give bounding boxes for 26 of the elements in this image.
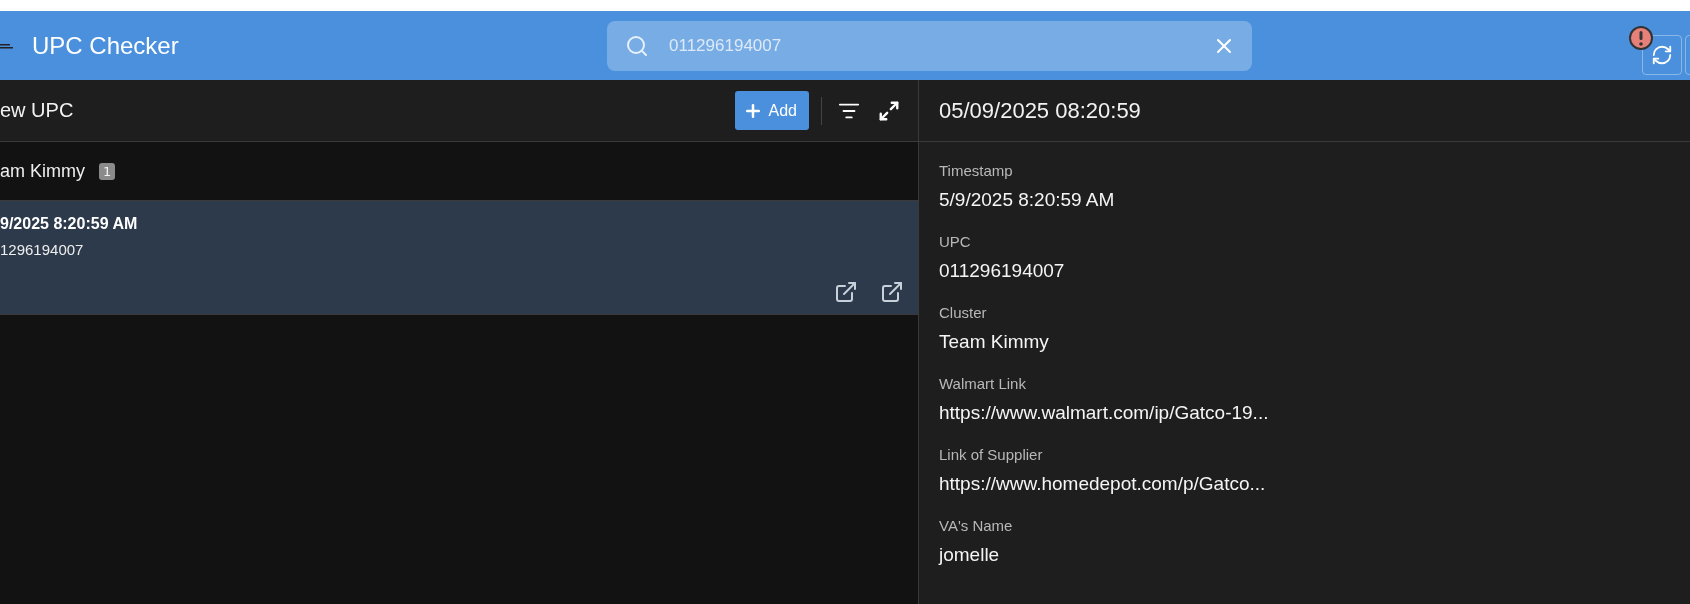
- field-value: Team Kimmy: [939, 331, 1050, 353]
- alert-icon: [1628, 25, 1654, 51]
- external-link-icon[interactable]: [880, 280, 904, 304]
- field-value: https://www.homedepot.com/p/Gatco...: [939, 473, 1267, 495]
- list-row[interactable]: 9/2025 8:20:59 AM 1296194007: [0, 201, 918, 315]
- group-name[interactable]: am Kimmy: [0, 160, 85, 182]
- field-value: https://www.walmart.com/ip/Gatco-19...: [939, 402, 1270, 424]
- field-value: 011296194007: [939, 260, 1066, 282]
- field-label: Cluster: [939, 304, 988, 321]
- app-title: UPC Checker: [32, 31, 180, 60]
- field-label: Link of Supplier: [939, 446, 1044, 463]
- field-label: VA's Name: [939, 517, 1014, 534]
- panel-title: ew UPC: [0, 99, 75, 122]
- field-label: UPC: [939, 233, 972, 250]
- field-label: Walmart Link: [939, 375, 1027, 392]
- field-label: Timestamp: [939, 162, 1014, 179]
- external-link-icon[interactable]: [834, 280, 858, 304]
- count-badge: 1: [99, 162, 116, 180]
- row-upc: 1296194007: [0, 241, 85, 258]
- field-value: jomelle: [939, 544, 1001, 566]
- expand-icon[interactable]: [878, 99, 900, 122]
- search-icon: [625, 33, 649, 58]
- field-value: 5/9/2025 8:20:59 AM: [939, 189, 1116, 211]
- refresh-icon: [1651, 44, 1673, 66]
- row-timestamp: 9/2025 8:20:59 AM: [0, 215, 139, 233]
- detail-title: 05/09/2025 08:20:59: [938, 97, 1141, 124]
